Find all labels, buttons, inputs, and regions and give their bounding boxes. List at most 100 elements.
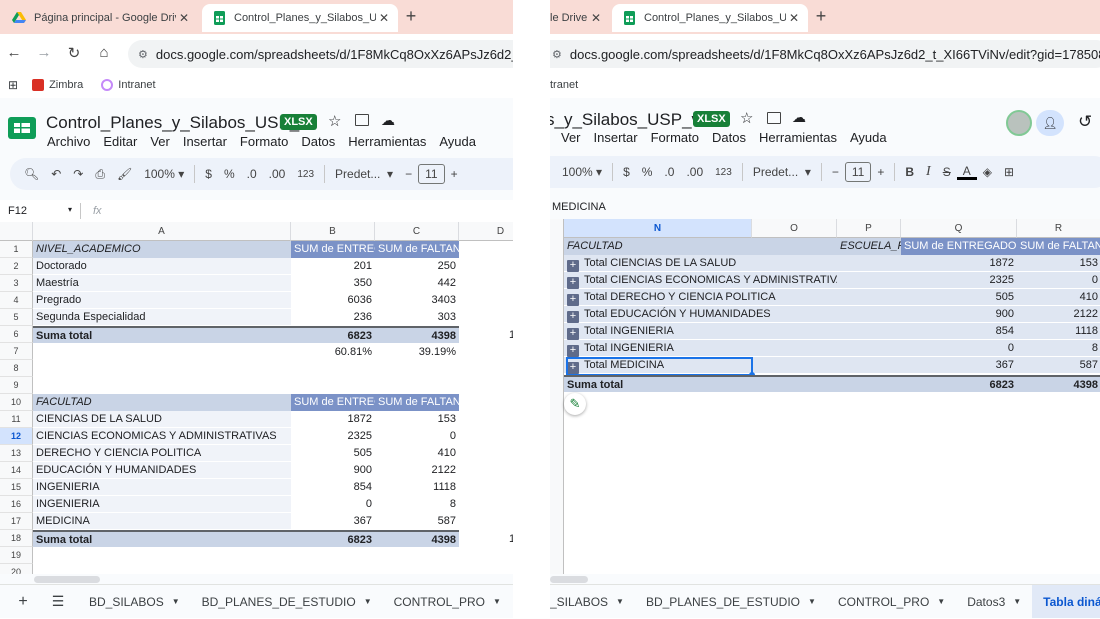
value-cell[interactable]: 1872 — [291, 411, 375, 427]
row-header[interactable]: 11 — [0, 411, 33, 428]
pivot1-header-nivel[interactable]: NIVEL_ACADEMICO — [33, 241, 291, 258]
value-cell[interactable]: 8 — [1017, 340, 1100, 356]
close-tab-icon[interactable]: ✕ — [786, 11, 802, 25]
value-cell[interactable]: 3403 — [375, 292, 459, 308]
row-label-cell[interactable]: + Total CIENCIAS ECONOMICAS Y ADMINISTRAT… — [564, 272, 837, 289]
row-header-strip[interactable] — [550, 219, 564, 574]
chevron-down-icon[interactable]: ▼ — [172, 597, 180, 606]
value-cell[interactable]: 0 — [375, 428, 459, 444]
close-tab-icon[interactable]: ✕ — [588, 11, 604, 25]
meet-icon[interactable]: 👤︎ — [1036, 110, 1064, 136]
pivot2-header-facultad[interactable]: FACULTAD — [33, 394, 291, 411]
menu-formato[interactable]: Formato — [240, 134, 288, 149]
close-tab-icon[interactable]: ✕ — [376, 11, 392, 25]
value-cell[interactable]: 0 — [901, 340, 1017, 356]
row-header[interactable]: 13 — [0, 445, 33, 462]
row-label-cell[interactable]: + Total DERECHO Y CIENCIA POLITICA — [564, 289, 837, 306]
percent-format-button[interactable]: % — [636, 165, 659, 179]
url-field[interactable]: ⚙ docs.google.com/spreadsheets/d/1F8MkCq… — [128, 40, 513, 68]
star-icon[interactable]: ☆ — [328, 112, 341, 130]
sheet-tab-bd-planes[interactable]: BD_PLANES_DE_ESTUDIO ▼ — [635, 585, 827, 618]
value-cell[interactable]: 153 — [375, 411, 459, 427]
value-cell[interactable]: 505 — [901, 289, 1017, 305]
menu-ayuda[interactable]: Ayuda — [850, 130, 887, 145]
chevron-down-icon[interactable]: ▼ — [808, 597, 816, 606]
pct-faltante[interactable]: 39.19% — [375, 344, 459, 360]
tab-google-drive[interactable]: Página principal - Google Drive ✕ — [2, 4, 198, 32]
row-header[interactable]: 3 — [0, 275, 33, 292]
row-header[interactable]: 17 — [0, 513, 33, 530]
value-cell[interactable]: 1118 — [375, 479, 459, 495]
menu-editar[interactable]: Editar — [103, 134, 137, 149]
pivot1-total-entregado[interactable]: 6823 — [291, 328, 375, 344]
tab-google-drive[interactable]: le Drive ✕ — [550, 4, 610, 32]
pivot-header-escuela[interactable]: ESCUELA_PR — [837, 238, 901, 254]
home-icon[interactable]: ⌂ — [94, 44, 114, 61]
overflow-value[interactable]: 1 — [506, 531, 513, 547]
cell-grid[interactable]: N O P Q R FACULTAD ESCUELA_PR SUM de ENT… — [550, 219, 1100, 574]
value-cell[interactable]: 367 — [901, 357, 1017, 373]
expand-group-icon[interactable]: + — [567, 260, 579, 272]
horizontal-scrollbar[interactable] — [34, 576, 100, 583]
pct-entregado[interactable]: 60.81% — [291, 344, 375, 360]
menu-herramientas[interactable]: Herramientas — [759, 130, 837, 145]
column-header-r[interactable]: R — [1017, 219, 1100, 238]
value-cell[interactable]: 0 — [1017, 272, 1100, 288]
font-size-increase-button[interactable]: + — [445, 167, 464, 181]
row-label-cell[interactable]: Doctorado — [33, 258, 291, 274]
star-icon[interactable]: ☆ — [740, 109, 753, 127]
value-cell[interactable]: 587 — [375, 513, 459, 529]
menu-insertar[interactable]: Insertar — [183, 134, 227, 149]
value-cell[interactable]: 410 — [1017, 289, 1100, 305]
pivot-header-entregado[interactable]: SUM de ENTREGADO — [901, 238, 1017, 255]
column-header-d[interactable]: D — [459, 222, 513, 241]
font-size-decrease-button[interactable]: − — [826, 165, 845, 179]
sheet-tab-bd-silabos[interactable]: _SILABOS ▼ — [550, 585, 635, 618]
decrease-decimal-button[interactable]: .0 — [241, 167, 263, 181]
percent-format-button[interactable]: % — [218, 167, 241, 181]
bookmark-intranet[interactable]: Intranet — [101, 79, 156, 91]
row-label-cell[interactable]: + Total INGENIERIA — [564, 323, 837, 340]
value-cell[interactable]: 854 — [291, 479, 375, 495]
doc-title[interactable]: Control_Planes_y_Silabos_USP_v2 — [46, 113, 317, 133]
menu-ayuda[interactable]: Ayuda — [439, 134, 476, 149]
row-header[interactable]: 7 — [0, 343, 33, 360]
overflow-value[interactable]: 1 — [506, 327, 513, 343]
zoom-select[interactable]: 100% ▾ — [138, 167, 190, 181]
pivot1-header-entregado[interactable]: SUM de ENTREGADO — [291, 241, 375, 258]
select-all-corner[interactable] — [0, 222, 33, 241]
search-icon[interactable]: 🔍︎ — [18, 167, 45, 181]
currency-format-button[interactable]: $ — [617, 165, 636, 179]
column-header-o[interactable]: O — [752, 219, 837, 238]
row-header[interactable]: 9 — [0, 377, 33, 394]
row-header[interactable]: 18 — [0, 530, 33, 547]
row-header[interactable]: 19 — [0, 547, 33, 564]
value-cell[interactable]: 1872 — [901, 255, 1017, 271]
new-tab-icon[interactable]: + — [400, 6, 422, 27]
row-label-cell[interactable]: INGENIERIA — [33, 496, 291, 512]
pivot-total-entregado[interactable]: 6823 — [901, 377, 1017, 393]
value-cell[interactable]: 410 — [375, 445, 459, 461]
column-header-a[interactable]: A — [33, 222, 291, 241]
row-label-cell[interactable]: + Total CIENCIAS DE LA SALUD — [564, 255, 837, 272]
pivot-total-label[interactable]: Suma total — [564, 377, 837, 393]
row-label-cell[interactable]: MEDICINA — [33, 513, 291, 529]
row-header[interactable]: 12 — [0, 428, 33, 445]
pivot-edit-pencil-icon[interactable]: ✎ — [564, 393, 586, 415]
row-label-cell[interactable]: + Total INGENIERIA — [564, 340, 837, 357]
row-label-cell[interactable]: + Total EDUCACIÓN Y HUMANIDADES — [564, 306, 837, 323]
text-color-button[interactable]: A — [956, 165, 977, 180]
menu-herramientas[interactable]: Herramientas — [348, 134, 426, 149]
pivot1-total-label[interactable]: Suma total — [33, 328, 291, 344]
value-cell[interactable]: 900 — [291, 462, 375, 478]
tab-spreadsheet[interactable]: Control_Planes_y_Silabos_USP_v2 ✕ — [202, 4, 398, 32]
pivot2-total-entregado[interactable]: 6823 — [291, 532, 375, 548]
row-header[interactable]: 2 — [0, 258, 33, 275]
expand-group-icon[interactable]: + — [567, 294, 579, 306]
value-cell[interactable]: 236 — [291, 309, 375, 325]
number-format-button[interactable]: 123 — [291, 169, 320, 180]
expand-group-icon[interactable]: + — [567, 311, 579, 323]
redo-icon[interactable]: ↷ — [67, 167, 89, 181]
print-icon[interactable]: ⎙ — [89, 167, 111, 182]
sheet-tab-control-pro[interactable]: CONTROL_PRO ▼ — [383, 585, 512, 618]
